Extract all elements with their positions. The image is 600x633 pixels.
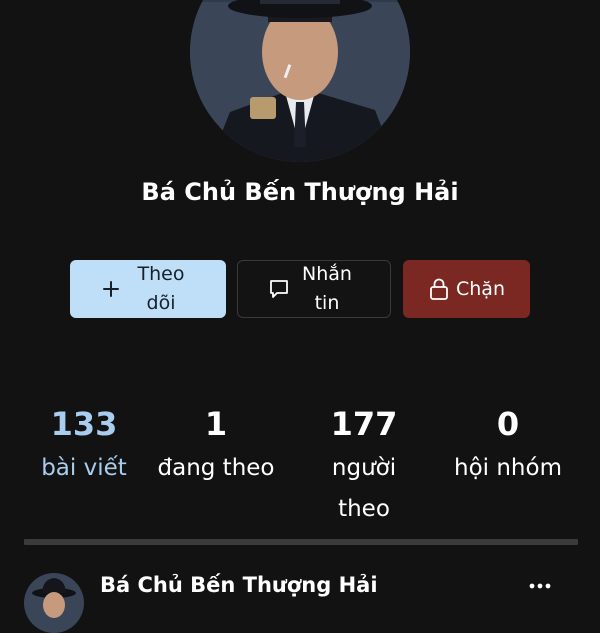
stat-followers[interactable]: 177 người theo <box>304 404 424 530</box>
follow-button[interactable]: Theo dõi <box>70 260 226 318</box>
stat-groups[interactable]: 0 hội nhóm <box>448 404 568 489</box>
stat-followers-label: người theo <box>331 455 397 522</box>
profile-avatar[interactable] <box>190 0 410 162</box>
stat-following-value: 1 <box>204 405 228 443</box>
stat-posts[interactable]: 133 bài viết <box>24 404 144 489</box>
message-button[interactable]: Nhắn tin <box>237 260 391 318</box>
stat-posts-value: 133 <box>50 405 118 443</box>
profile-name: Bá Chủ Bến Thượng Hải <box>141 178 459 206</box>
stat-posts-label: bài viết <box>41 455 127 481</box>
profile-avatar-image <box>190 0 410 162</box>
stat-followers-value: 177 <box>330 405 398 443</box>
post-author-avatar-image <box>24 573 84 633</box>
stat-groups-label: hội nhóm <box>454 455 562 481</box>
stat-following[interactable]: 1 đang theo <box>156 404 276 489</box>
chat-bubble-icon <box>270 280 288 298</box>
block-button[interactable]: Chặn <box>403 260 530 318</box>
lock-icon <box>430 278 448 300</box>
section-divider <box>24 539 578 545</box>
stat-following-label: đang theo <box>157 455 275 481</box>
plus-icon <box>103 281 119 297</box>
message-button-label: Nhắn tin <box>302 263 352 314</box>
stat-groups-value: 0 <box>496 405 520 443</box>
follow-button-label: Theo dõi <box>137 263 185 314</box>
post-author-avatar[interactable] <box>24 573 84 633</box>
block-button-label: Chặn <box>456 277 505 300</box>
more-horizontal-icon[interactable] <box>528 576 552 596</box>
post-author-name[interactable]: Bá Chủ Bến Thượng Hải <box>100 573 378 597</box>
